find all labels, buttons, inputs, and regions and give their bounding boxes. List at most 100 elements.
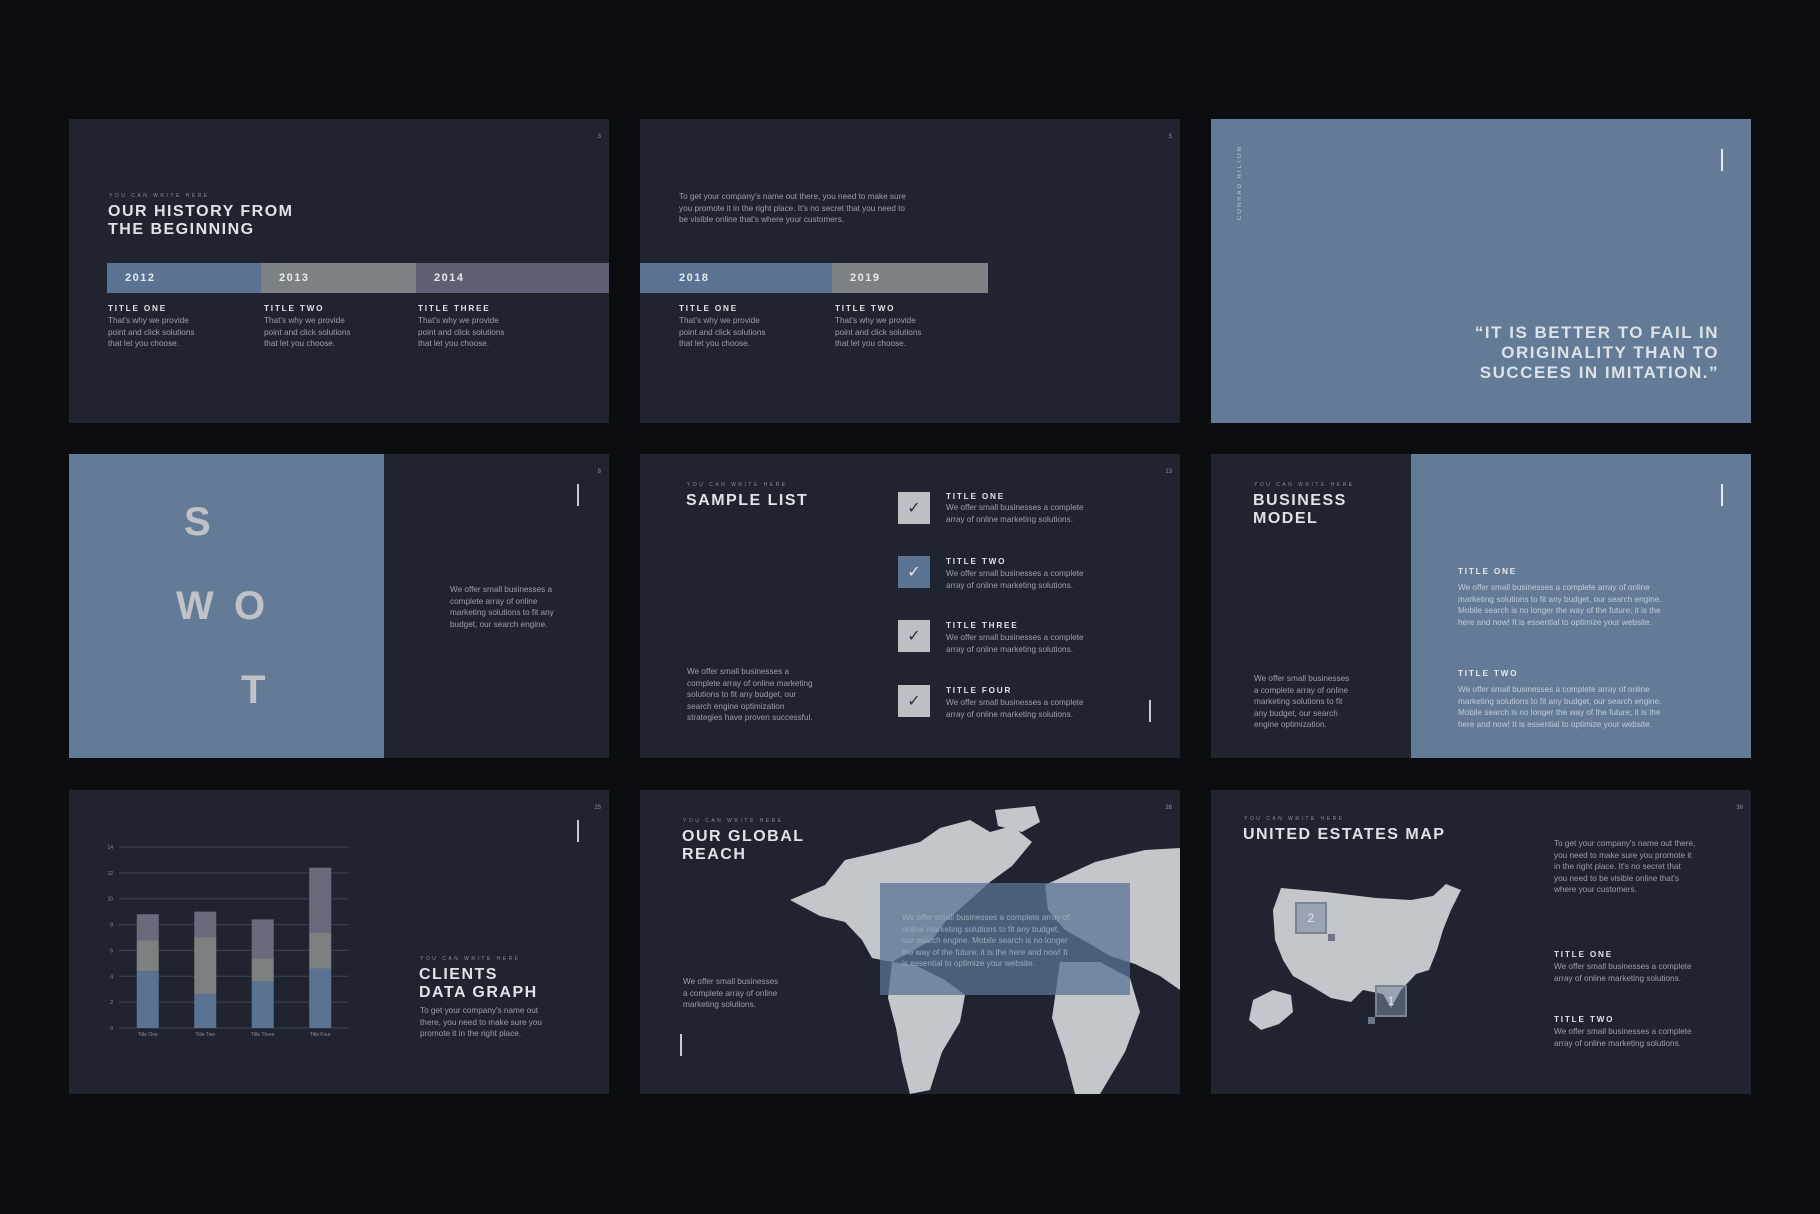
item-title: TITLE TWO (835, 304, 896, 313)
y-tick-label: 10 (107, 897, 113, 903)
bar-segment (194, 994, 217, 1028)
year-band-2018: 2018 (640, 263, 832, 293)
intro-text: To get your company's name out there, yo… (679, 191, 906, 226)
text-line: marketing solutions to fit (1254, 697, 1343, 706)
slide-history-continued[interactable]: 5 To get your company's name out there, … (640, 119, 1180, 423)
text-line: That's why we provide (835, 316, 916, 325)
title-line: BUSINESS (1253, 492, 1347, 509)
text-line: here and now! It is essential to optimiz… (1458, 617, 1652, 627)
text-line: that let you choose. (835, 339, 907, 348)
text-line: We offer small businesses a complete arr… (1458, 583, 1650, 592)
quote-line: ORIGINALITY THAN TO (1501, 343, 1719, 362)
title-line: MODEL (1253, 510, 1319, 527)
usmap-item-text: We offer small businesses a complete arr… (1554, 1026, 1692, 1049)
swot-letter-o: O (234, 584, 280, 628)
checkbox-two[interactable]: ✓ (898, 556, 930, 588)
slide-us-map[interactable]: 36 YOU CAN WRITE HERE UNITED ESTATES MAP… (1211, 790, 1751, 1094)
text-line: a complete array of online (1254, 685, 1349, 695)
bar-segment (194, 911, 217, 938)
checkbox-four[interactable]: ✓ (898, 685, 930, 717)
slide-title: OUR HISTORY FROM THE BEGINNING (108, 203, 294, 239)
title-line: THE BEGINNING (108, 221, 255, 238)
text-line: marketing solutions. (683, 1000, 756, 1009)
page-number: 5 (1168, 134, 1172, 140)
checkbox-three[interactable]: ✓ (898, 620, 930, 652)
slide-clients-data-graph[interactable]: 25 0 2 4 6 8 10 12 14 Title One Title Two Title Th… (69, 790, 609, 1094)
item-title: TITLE TWO (264, 304, 325, 313)
map-overlay-text: We offer small businesses a complete arr… (902, 912, 1070, 970)
slide-global-reach[interactable]: 26 YOU CAN WRITE HERE OUR GLOBAL REACH W… (640, 790, 1180, 1094)
text-line: a complete array of online (683, 988, 778, 998)
bar-segment (251, 958, 274, 982)
quote-author: CONRAD HILTON (1237, 145, 1243, 221)
bar-segment (251, 981, 274, 1028)
list-item-title: TITLE FOUR (946, 686, 1013, 695)
text-line: We offer small businesses a complete (1554, 1027, 1692, 1036)
slide-sample-list[interactable]: 13 YOU CAN WRITE HERE SAMPLE LIST We off… (640, 454, 1180, 758)
text-line: online marketing solutions to fit any bu… (902, 924, 1060, 934)
text-line: array of online marketing solutions. (1554, 973, 1681, 983)
title-line: CLIENTS (419, 966, 498, 983)
checkbox-one[interactable]: ✓ (898, 492, 930, 524)
y-tick-label: 4 (110, 974, 113, 980)
us-map-graphic (1249, 884, 1461, 1030)
usmap-intro: To get your company's name out there, yo… (1554, 838, 1695, 896)
text-line: Mobile search is no longer the way of th… (1458, 606, 1661, 615)
text-line: We offer small businesses a (687, 667, 790, 676)
business-panel: TITLE ONE We offer small businesses a co… (1411, 454, 1751, 758)
map-marker-1[interactable]: 1 (1375, 985, 1407, 1017)
slide-swot[interactable]: S W O T 8 We offer small businesses a co… (69, 454, 609, 758)
text-line: our search engine. Mobile search is no l… (902, 936, 1068, 945)
list-description: We offer small businesses a complete arr… (687, 666, 813, 724)
slide-business-model[interactable]: YOU CAN WRITE HERE BUSINESS MODEL We off… (1211, 454, 1751, 758)
list-item-title: TITLE TWO (946, 557, 1007, 566)
graph-description: To get your company's name out there, yo… (420, 1005, 542, 1040)
text-line: point and click solutions (418, 327, 505, 337)
business-description: We offer small businesses a complete arr… (1254, 673, 1349, 731)
list-item-text: We offer small businesses a complete arr… (946, 502, 1084, 525)
usmap-item-title: TITLE ONE (1554, 950, 1613, 959)
item-text: That's why we provide point and click so… (108, 315, 194, 350)
item-text: That's why we provide point and click so… (835, 315, 921, 350)
kicker: YOU CAN WRITE HERE (1254, 482, 1355, 488)
page-number: 13 (1165, 469, 1172, 475)
item-title: TITLE ONE (108, 304, 167, 313)
accent-bar (1149, 700, 1151, 722)
text-line: array of online marketing solutions. (946, 580, 1073, 590)
text-line: We offer small businesses a complete arr… (902, 913, 1070, 922)
text-line: search engine optimization (687, 701, 785, 711)
accent-bar (577, 484, 579, 506)
title-line: DATA GRAPH (419, 984, 538, 1001)
text-line: complete array of online (450, 596, 538, 606)
kicker: YOU CAN WRITE HERE (109, 193, 210, 199)
text-line: promote it in the right place. (420, 1029, 522, 1038)
text-line: point and click solutions (108, 327, 195, 337)
text-line: array of online marketing solutions. (946, 709, 1073, 719)
x-tick-label: Title One (138, 1032, 158, 1038)
text-line: We offer small businesses a complete (1554, 962, 1692, 971)
slide-history[interactable]: 3 YOU CAN WRITE HERE OUR HISTORY FROM TH… (69, 119, 609, 423)
slide-quote[interactable]: CONRAD HILTON “IT IS BETTER TO FAIL IN O… (1211, 119, 1751, 423)
text-line: marketing solutions to fit any budget, o… (1458, 696, 1662, 706)
text-line: array of online marketing solutions. (946, 644, 1073, 654)
x-tick-label: Title Four (310, 1032, 331, 1038)
text-line: solutions to fit any budget, our (687, 690, 797, 699)
text-line: That's why we provide (264, 316, 345, 325)
year-band-2014: 2014 (416, 263, 609, 293)
text-line: That's why we provide (418, 316, 499, 325)
text-line: strategies have proven successful. (687, 713, 813, 722)
text-line: is essential to optimize your website. (902, 959, 1035, 968)
y-tick-label: 12 (107, 871, 113, 877)
y-tick-label: 14 (107, 845, 113, 851)
title-line: REACH (682, 846, 747, 863)
slide-title: SAMPLE LIST (686, 492, 809, 509)
text-line: you need to make sure you promote it (1554, 850, 1692, 860)
text-line: array of online marketing solutions. (946, 514, 1073, 524)
text-line: point and click solutions (264, 327, 351, 337)
text-line: Mobile search is no longer the way of th… (1458, 708, 1661, 717)
page-number: 26 (1165, 805, 1172, 811)
map-marker-2[interactable]: 2 (1295, 902, 1327, 934)
text-line: To get your company's name out there, yo… (679, 192, 906, 201)
text-line: To get your company's name out (420, 1006, 539, 1015)
item-text: That's why we provide point and click so… (264, 315, 350, 350)
